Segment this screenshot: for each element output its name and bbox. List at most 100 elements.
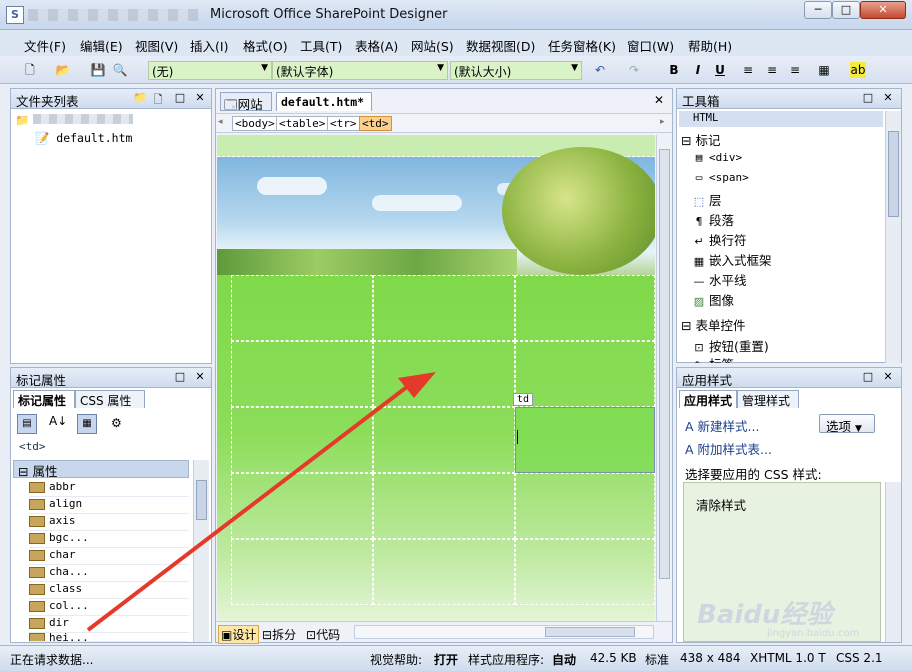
styles-scrollbar[interactable] <box>885 482 901 642</box>
save-icon[interactable]: 💾 <box>90 62 106 78</box>
new-page-icon[interactable]: 🗋 <box>22 62 38 78</box>
table-cell[interactable] <box>373 275 515 341</box>
align-left-icon[interactable]: ≡ <box>740 62 756 78</box>
tab-apply-styles[interactable]: 应用样式 <box>679 390 737 408</box>
split-view-tab[interactable]: ⊟拆分 <box>262 626 296 643</box>
prop-row[interactable]: abbr <box>29 480 189 497</box>
css-version[interactable]: CSS 2.1 <box>836 651 883 665</box>
props-scrollbar[interactable] <box>193 460 209 642</box>
toolbox-label[interactable]: ✎标签 <box>691 354 734 363</box>
size-combo[interactable]: (默认大小) ▼ <box>450 61 582 80</box>
tab-manage-styles[interactable]: 管理样式 <box>737 390 799 408</box>
panel-maximize-icon[interactable]: □ <box>861 91 875 104</box>
prop-row[interactable]: align <box>29 497 189 514</box>
table-cell[interactable] <box>515 539 655 605</box>
page-new-icon[interactable]: 🗋 <box>151 91 165 110</box>
menu-dataview[interactable]: 数据视图(D) <box>466 36 535 55</box>
panel-maximize-icon[interactable]: □ <box>173 370 187 383</box>
doctype[interactable]: XHTML 1.0 T <box>750 651 826 665</box>
toolbox-image[interactable]: ▨ 图像 <box>691 290 734 309</box>
design-view-tab[interactable]: ▣设计 <box>218 625 260 644</box>
bold-button[interactable]: B <box>666 62 682 78</box>
toolbox-paragraph[interactable]: ¶ 段落 <box>691 210 735 229</box>
prop-row[interactable]: axis <box>29 514 189 531</box>
open-folder-icon[interactable]: 📂 <box>55 62 71 78</box>
menu-site[interactable]: 网站(S) <box>411 36 454 55</box>
menu-table[interactable]: 表格(A) <box>355 36 398 55</box>
menu-format[interactable]: 格式(O) <box>243 36 288 55</box>
categorized-icon[interactable]: ▤ <box>17 414 37 434</box>
table-cell[interactable] <box>373 539 515 605</box>
tab-css-properties[interactable]: CSS 属性 <box>75 390 145 408</box>
minimize-button[interactable]: ─ <box>804 1 832 19</box>
toolbox-iframe[interactable]: ▦ 嵌入式框架 <box>691 250 772 269</box>
prop-row[interactable]: bgc... <box>29 531 189 548</box>
maximize-button[interactable]: □ <box>832 1 860 19</box>
breadcrumb-body[interactable]: <body> <box>232 116 278 131</box>
panel-close-icon[interactable]: ✕ <box>881 370 895 383</box>
align-center-icon[interactable]: ≡ <box>764 62 780 78</box>
code-view-tab[interactable]: ⊡代码 <box>306 626 340 643</box>
breadcrumb-table[interactable]: <table> <box>276 116 329 131</box>
undo-icon[interactable]: ↶ <box>592 62 608 78</box>
table-cell[interactable] <box>515 341 655 407</box>
attach-stylesheet-link[interactable]: A 附加样式表... <box>685 439 772 458</box>
selected-table-cell[interactable] <box>515 407 655 473</box>
menu-help[interactable]: 帮助(H) <box>688 36 732 55</box>
forms-group[interactable]: ⊟ 表单控件 <box>681 315 745 334</box>
style-combo[interactable]: (无) ▼ <box>148 61 272 80</box>
options-button[interactable]: 选项 ▼ <box>819 414 875 434</box>
breadcrumb-tr[interactable]: <tr> <box>327 116 360 131</box>
tag-settings-icon[interactable]: ⚙ <box>111 416 122 430</box>
table-cell[interactable] <box>373 407 515 473</box>
toolbox-hr[interactable]: — 水平线 <box>691 270 747 289</box>
prop-row[interactable]: char <box>29 548 189 565</box>
menu-tools[interactable]: 工具(T) <box>300 36 342 55</box>
visual-aid-value[interactable]: 打开 <box>434 651 458 668</box>
table-cell[interactable] <box>373 473 515 539</box>
menu-taskpane[interactable]: 任务窗格(K) <box>548 36 616 55</box>
scroll-thumb[interactable] <box>545 627 635 637</box>
tab-default-htm[interactable]: default.htm* <box>276 92 372 111</box>
site-root[interactable]: 📁 <box>15 113 145 127</box>
sort-az-icon[interactable]: A↓ <box>49 414 67 428</box>
clear-styles-item[interactable]: 清除样式 <box>696 495 746 514</box>
close-button[interactable]: ✕ <box>860 1 906 19</box>
table-cell[interactable] <box>515 275 655 341</box>
panel-maximize-icon[interactable]: □ <box>173 91 187 104</box>
menu-view[interactable]: 视图(V) <box>135 36 178 55</box>
preview-icon[interactable]: 🔍 <box>112 62 128 78</box>
scroll-thumb[interactable] <box>196 480 207 520</box>
menu-window[interactable]: 窗口(W) <box>627 36 674 55</box>
table-cell[interactable] <box>231 275 373 341</box>
panel-maximize-icon[interactable]: □ <box>861 370 875 383</box>
toolbox-span[interactable]: ▭ <span> <box>691 171 749 184</box>
borders-icon[interactable]: ▦ <box>816 62 832 78</box>
prop-row[interactable]: class <box>29 582 189 599</box>
toolbox-scrollbar[interactable] <box>885 111 901 363</box>
redo-icon[interactable]: ↷ <box>626 62 642 78</box>
design-canvas[interactable]: td <box>217 135 655 621</box>
page-dimensions[interactable]: 438 x 484 <box>680 651 741 665</box>
table-cell[interactable] <box>231 407 373 473</box>
toolbox-div[interactable]: ▤ <div> <box>691 151 742 164</box>
toolbox-reset-button[interactable]: ⊡ 按钮(重置) <box>691 336 768 355</box>
align-right-icon[interactable]: ≡ <box>787 62 803 78</box>
new-style-link[interactable]: A 新建样式... <box>685 416 759 435</box>
show-set-props-icon[interactable]: ▦ <box>77 414 97 434</box>
panel-close-icon[interactable]: ✕ <box>193 91 207 104</box>
props-group-header[interactable]: ⊟ 属性 <box>13 460 189 479</box>
scroll-thumb[interactable] <box>888 131 899 217</box>
file-item[interactable]: 📝 default.htm <box>35 131 132 145</box>
html-header[interactable]: HTML <box>679 111 883 127</box>
panel-close-icon[interactable]: ✕ <box>881 91 895 104</box>
editor-vertical-scrollbar[interactable] <box>656 135 672 621</box>
toolbox-break[interactable]: ↵ 换行符 <box>691 230 746 249</box>
highlight-icon[interactable]: ab <box>850 62 866 78</box>
menu-edit[interactable]: 编辑(E) <box>80 36 123 55</box>
render-mode[interactable]: 标准 <box>645 651 669 668</box>
table-cell[interactable] <box>515 473 655 539</box>
prop-row[interactable]: hei... <box>29 631 189 642</box>
tab-website[interactable]: 🗔网站 <box>220 92 272 112</box>
tab-tag-properties[interactable]: 标记属性 <box>13 390 75 408</box>
